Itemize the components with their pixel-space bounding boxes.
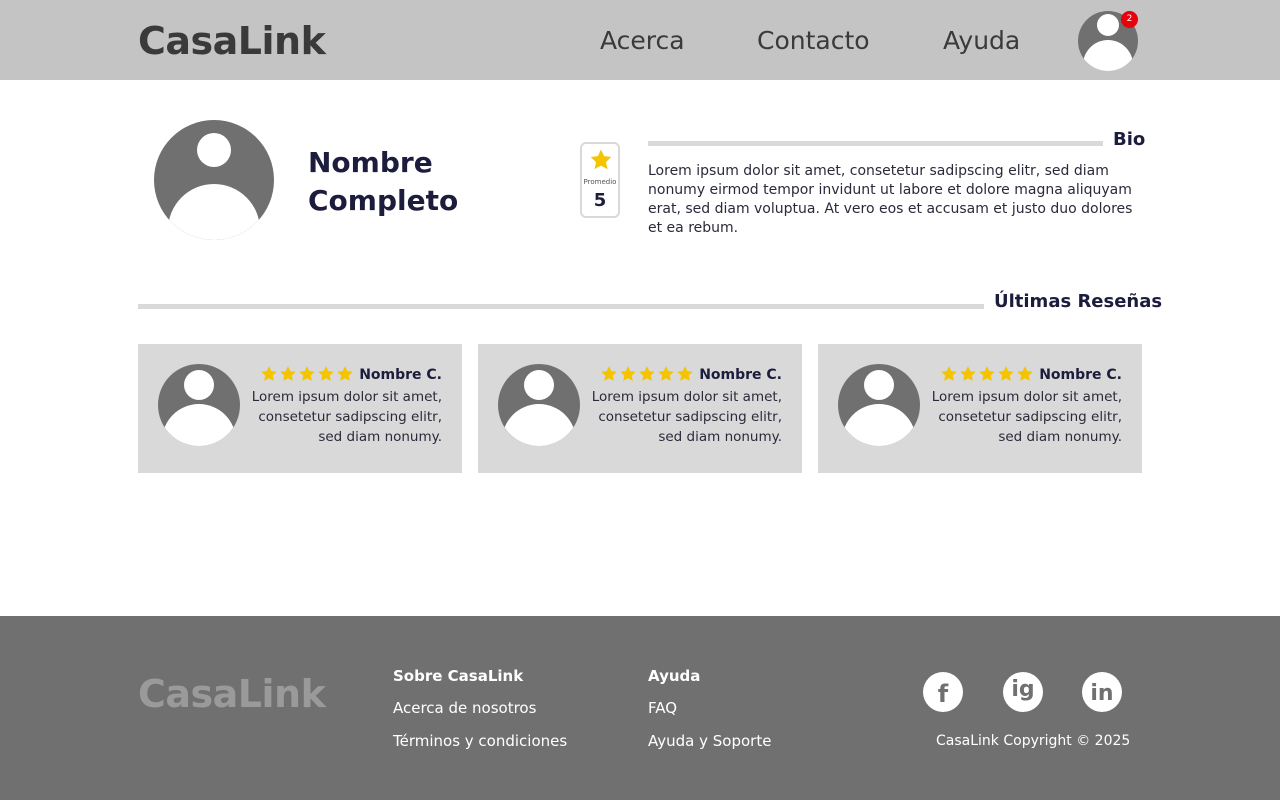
bio-divider (648, 141, 1103, 146)
footer-link-about-us[interactable]: Acerca de nosotros (393, 698, 536, 718)
profile-full-name: Nombre Completo (308, 146, 459, 217)
star-icon (979, 366, 995, 381)
review-stars (260, 365, 354, 383)
avatar-head (1097, 14, 1119, 36)
brand-logo[interactable]: CasaLink (138, 18, 326, 64)
rating-caption: Promedio (583, 178, 617, 186)
avatar-body (168, 184, 260, 240)
star-icon (1017, 366, 1033, 381)
avatar-head (864, 370, 894, 400)
review-text: Lorem ipsum dolor sit amet, consetetur s… (931, 389, 1122, 445)
footer-help-heading: Ayuda (648, 667, 701, 685)
nav-link-contacto[interactable]: Contacto (757, 26, 870, 56)
bio-text: Lorem ipsum dolor sit amet, consetetur s… (648, 163, 1133, 236)
review-stars (940, 365, 1034, 383)
footer-about-heading: Sobre CasaLink (393, 667, 524, 685)
reviewer-avatar-icon (158, 364, 240, 446)
page-footer: CasaLink Sobre CasaLink Acerca de nosotr… (0, 616, 1280, 800)
review-text: Lorem ipsum dolor sit amet, consetetur s… (251, 389, 442, 445)
avatar-head (197, 133, 231, 167)
avatar-body (502, 404, 576, 446)
star-icon (960, 366, 976, 381)
copyright-text: CasaLink Copyright © 2025 (936, 733, 1131, 749)
footer-link-support[interactable]: Ayuda y Soporte (648, 731, 771, 751)
bio-heading: Bio (1113, 129, 1146, 150)
review-card: Nombre C. Lorem ipsum dolor sit amet, co… (138, 344, 462, 473)
top-header: CasaLink Acerca Contacto Ayuda 2 (0, 0, 1280, 80)
reviewer-avatar-icon (498, 364, 580, 446)
average-rating-box: Promedio 5 (580, 142, 620, 218)
rating-value: 5 (593, 190, 607, 211)
facebook-icon[interactable]: f (923, 672, 963, 712)
notification-badge[interactable]: 2 (1121, 11, 1138, 28)
star-icon (941, 366, 957, 381)
avatar-head (524, 370, 554, 400)
reviewer-avatar-icon (838, 364, 920, 446)
linkedin-icon[interactable]: in (1082, 672, 1122, 712)
star-icon (639, 366, 655, 381)
avatar-body (842, 404, 916, 446)
star-icon (337, 366, 353, 381)
footer-brand-logo[interactable]: CasaLink (138, 671, 326, 717)
review-card: Nombre C. Lorem ipsum dolor sit amet, co… (818, 344, 1142, 473)
star-icon (998, 366, 1014, 381)
reviewer-name: Nombre C. (359, 367, 442, 383)
reviewer-name: Nombre C. (1039, 367, 1122, 383)
profile-avatar-icon (154, 120, 274, 240)
reviewer-name: Nombre C. (699, 367, 782, 383)
review-text: Lorem ipsum dolor sit amet, consetetur s… (591, 389, 782, 445)
review-stars (600, 365, 694, 383)
star-icon (590, 149, 612, 170)
star-icon (261, 366, 277, 381)
star-icon (658, 366, 674, 381)
reviews-heading: Últimas Reseñas (994, 291, 1163, 312)
instagram-icon[interactable]: ig (1003, 672, 1043, 712)
reviews-divider (138, 304, 984, 309)
star-icon (280, 366, 296, 381)
footer-link-terms[interactable]: Términos y condiciones (393, 731, 567, 751)
avatar-body (162, 404, 236, 446)
star-icon (299, 366, 315, 381)
star-icon (318, 366, 334, 381)
star-icon (677, 366, 693, 381)
nav-link-acerca[interactable]: Acerca (600, 26, 685, 56)
star-icon (601, 366, 617, 381)
avatar-head (184, 370, 214, 400)
footer-link-faq[interactable]: FAQ (648, 698, 677, 718)
nav-link-ayuda[interactable]: Ayuda (943, 26, 1020, 56)
star-icon (620, 366, 636, 381)
avatar-body (1083, 40, 1133, 71)
review-card: Nombre C. Lorem ipsum dolor sit amet, co… (478, 344, 802, 473)
